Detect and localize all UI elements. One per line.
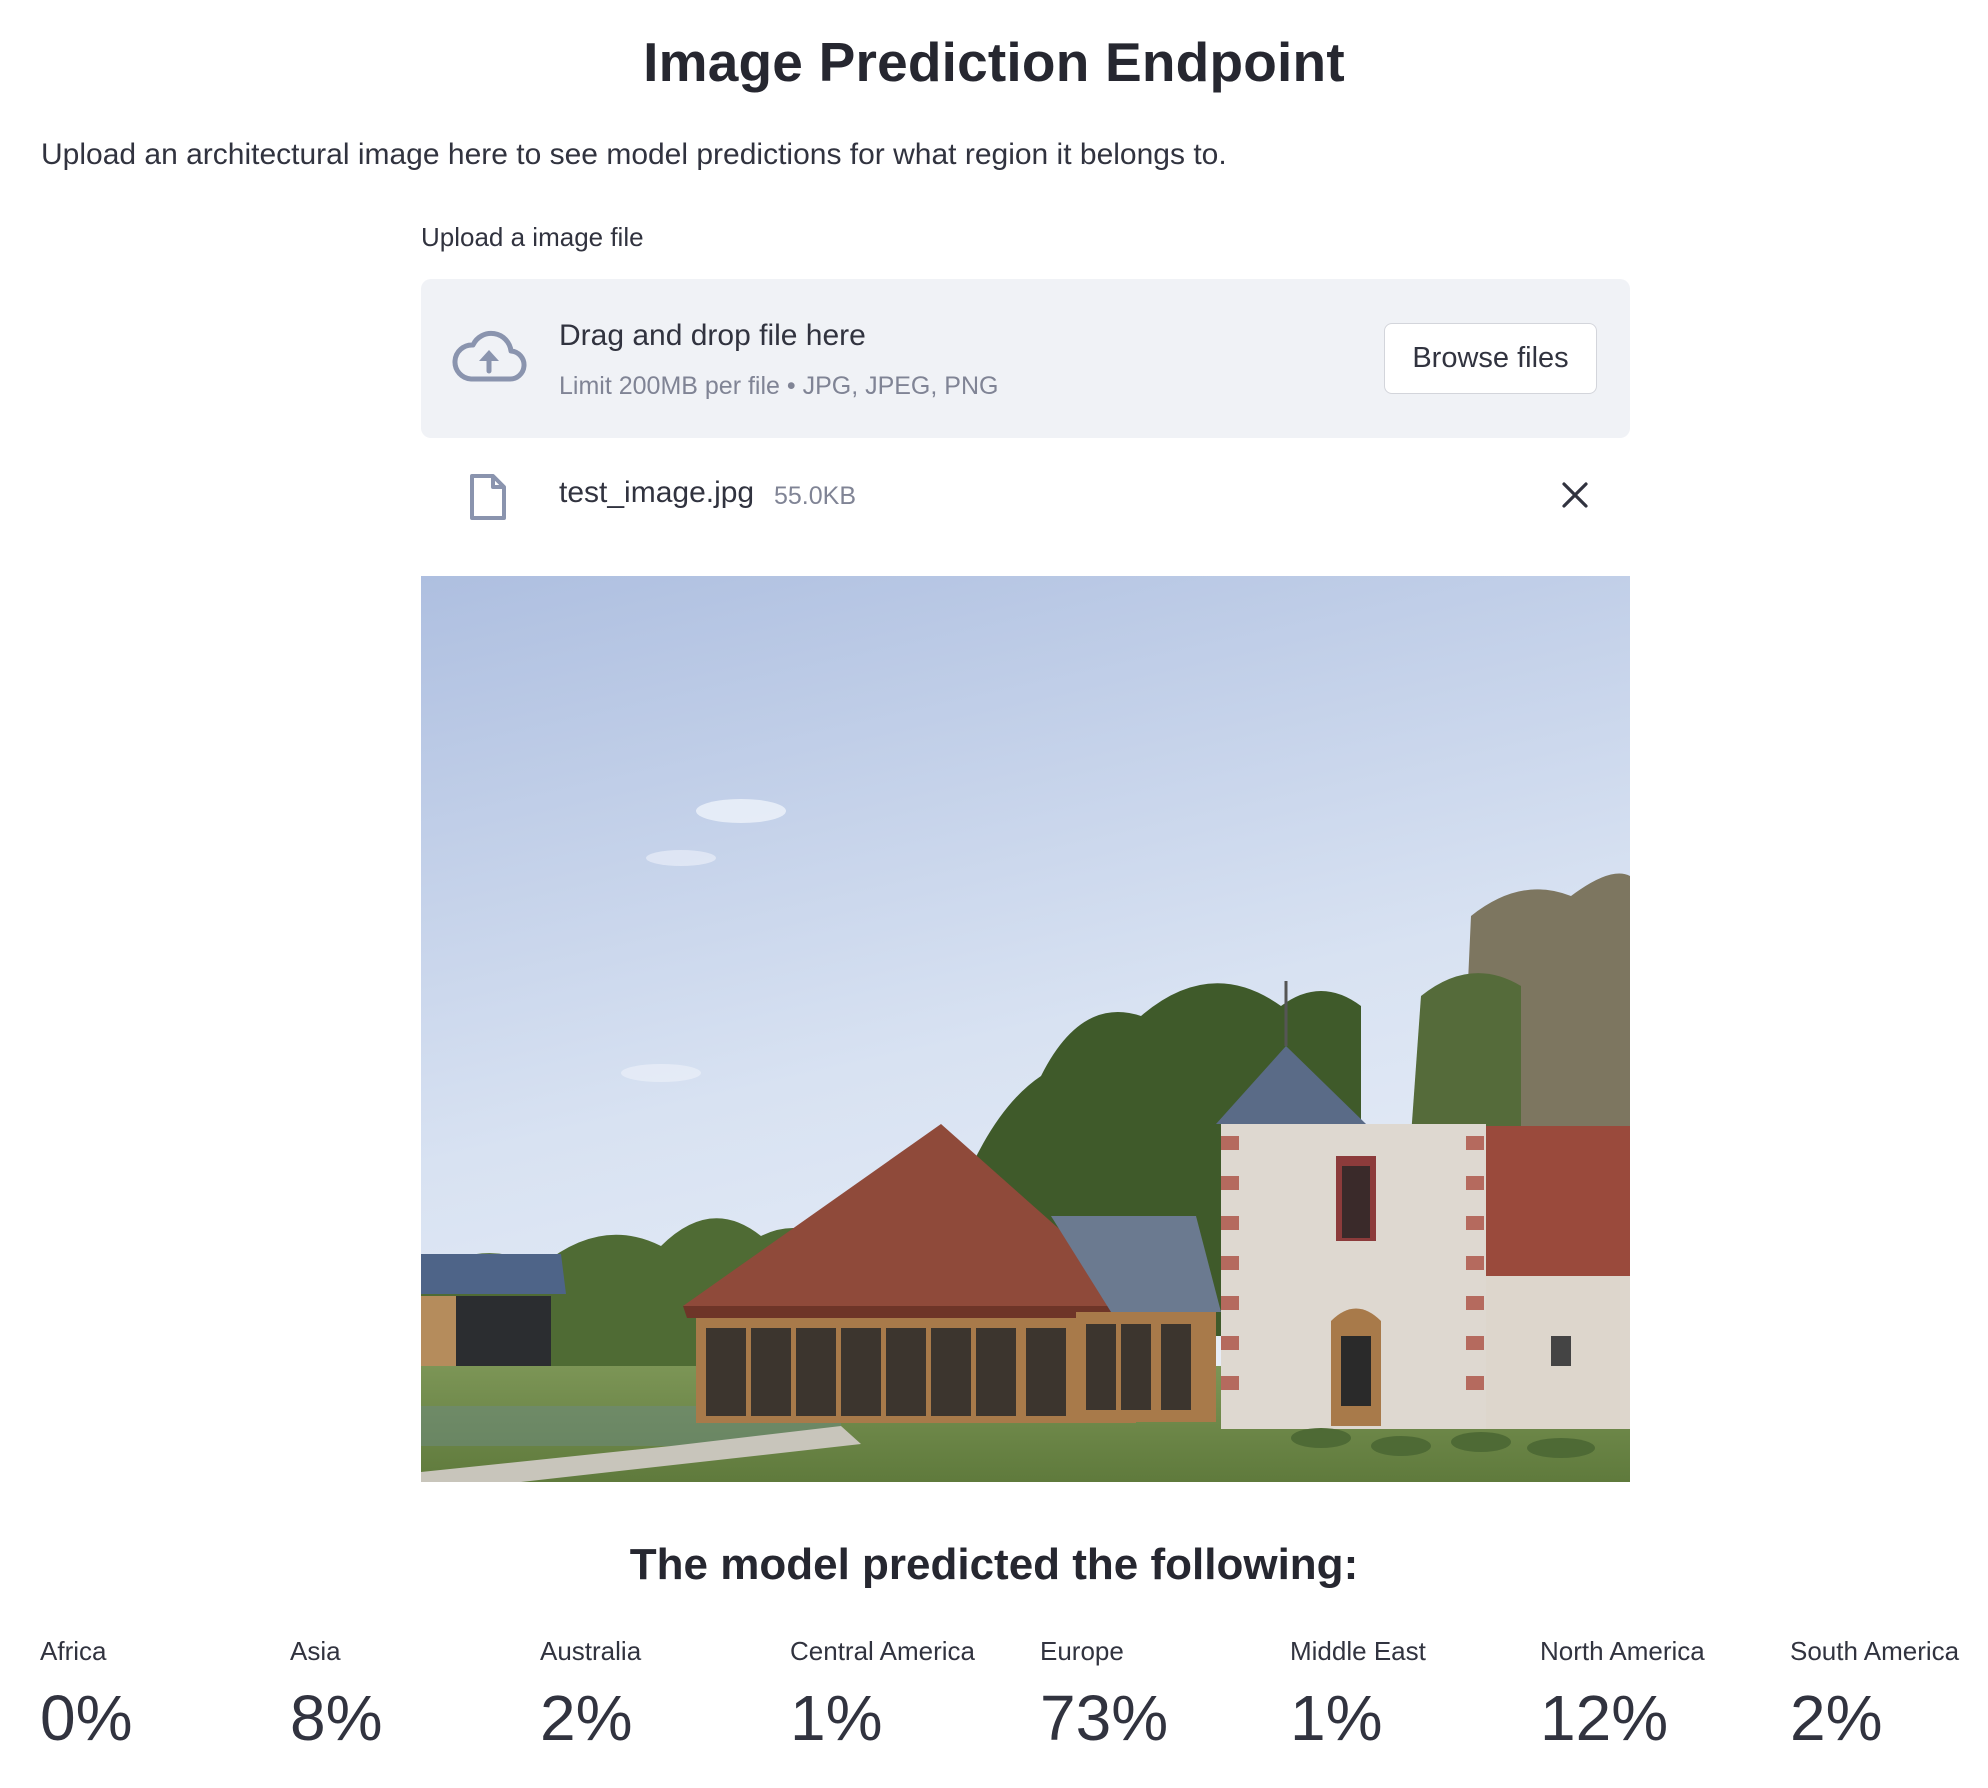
page-title: Image Prediction Endpoint (643, 31, 1345, 93)
metric-africa: Africa 0% (40, 1636, 280, 1755)
metric-label: Australia (540, 1636, 642, 1666)
metric-value: 12% (1540, 1682, 1669, 1754)
metric-value: 2% (540, 1682, 633, 1754)
metric-label: Middle East (1290, 1636, 1426, 1666)
intro-text: Upload an architectural image here to se… (41, 138, 1227, 171)
metric-europe: Europe 73% (1040, 1636, 1280, 1755)
dropzone-title: Drag and drop file here (559, 319, 866, 352)
metric-label: Africa (40, 1636, 107, 1666)
uploaded-file-row: test_image.jpg 55.0KB (421, 460, 1630, 530)
close-icon[interactable] (1560, 480, 1590, 510)
metric-label: North America (1540, 1636, 1705, 1666)
cloud-upload-icon (452, 330, 527, 382)
metric-south-america: South America 2% (1790, 1636, 1980, 1755)
metric-label: Central America (790, 1636, 975, 1666)
metric-value: 2% (1790, 1682, 1883, 1754)
metric-asia: Asia 8% (290, 1636, 530, 1755)
uploaded-image-preview (421, 576, 1630, 1482)
metric-value: 73% (1040, 1682, 1169, 1754)
metric-australia: Australia 2% (540, 1636, 780, 1755)
metric-value: 1% (1290, 1682, 1383, 1754)
file-icon (470, 474, 506, 520)
metric-value: 8% (290, 1682, 383, 1754)
dropzone-limit-text: Limit 200MB per file • JPG, JPEG, PNG (559, 372, 999, 400)
metric-label: Europe (1040, 1636, 1124, 1666)
building-photo (421, 576, 1630, 1482)
upload-label: Upload a image file (421, 222, 644, 252)
metric-north-america: North America 12% (1540, 1636, 1780, 1755)
metric-middle-east: Middle East 1% (1290, 1636, 1530, 1755)
file-name: test_image.jpg (559, 476, 755, 509)
metric-central-america: Central America 1% (790, 1636, 1030, 1755)
browse-files-button[interactable]: Browse files (1384, 323, 1597, 394)
results-heading: The model predicted the following: (629, 1540, 1359, 1589)
metric-label: Asia (290, 1636, 341, 1666)
file-size: 55.0KB (774, 482, 857, 510)
metric-value: 1% (790, 1682, 883, 1754)
file-dropzone[interactable]: Drag and drop file here Limit 200MB per … (421, 279, 1630, 438)
metric-label: South America (1790, 1636, 1960, 1666)
metric-value: 0% (40, 1682, 133, 1754)
